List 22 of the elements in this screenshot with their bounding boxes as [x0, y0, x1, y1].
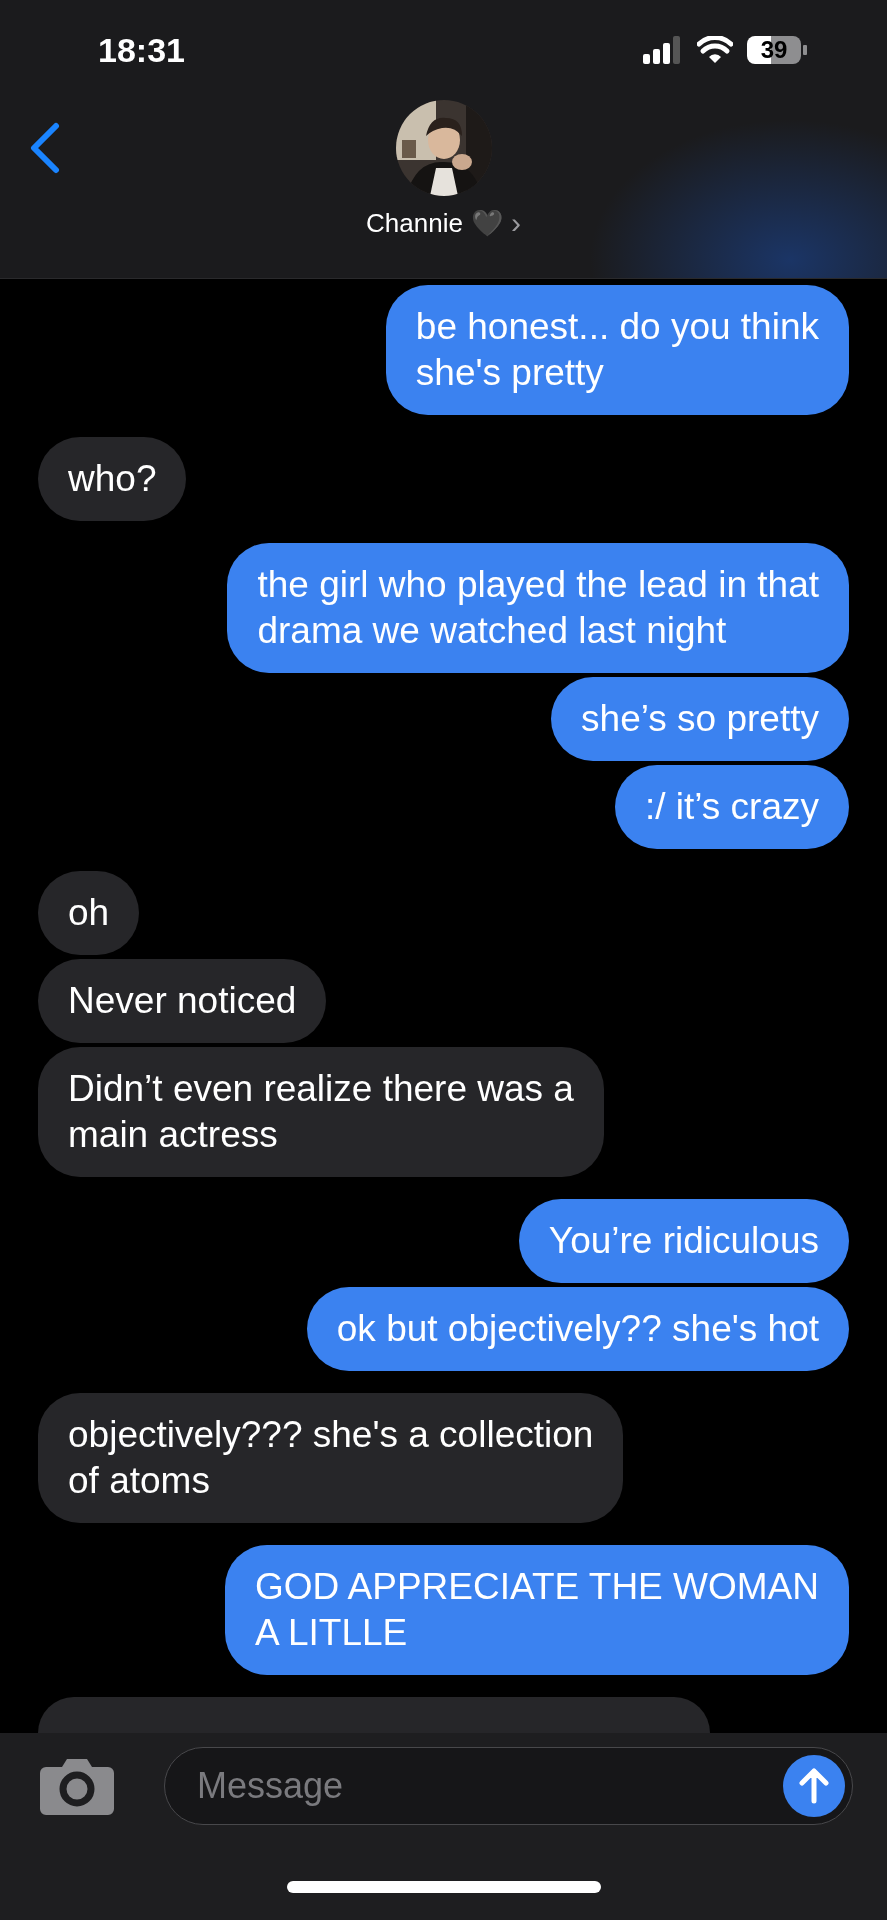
sent-message: the girl who played the lead in that drama we watched last night	[227, 543, 849, 673]
sent-message: she’s so pretty	[551, 677, 849, 761]
received-message: who?	[38, 437, 187, 521]
camera-icon[interactable]	[40, 1757, 114, 1815]
heart-emoji: 🖤	[470, 207, 503, 239]
back-icon[interactable]	[28, 122, 62, 174]
sent-message: be honest... do you think she's pretty	[385, 285, 849, 415]
received-message: oh	[38, 871, 140, 955]
sent-message: GOD APPRECIATE THE WOMAN A LITLLE	[225, 1545, 849, 1675]
sent-message: ok but objectively?? she's hot	[306, 1287, 849, 1371]
received-message: objectively??? she's a collection of atoms	[38, 1393, 624, 1523]
message-field[interactable]: Message	[164, 1747, 853, 1825]
send-button[interactable]	[783, 1755, 845, 1817]
signal-icon	[643, 36, 683, 64]
sent-message: :/ it’s crazy	[614, 765, 849, 849]
wifi-icon	[697, 36, 733, 64]
chevron-icon[interactable]: ›	[510, 206, 521, 240]
contact-name[interactable]: Channie	[366, 207, 463, 239]
received-message: Didn’t even realize there was a main actress	[38, 1047, 604, 1177]
sent-message: You’re ridiculous	[518, 1199, 849, 1283]
received-message: Never noticed	[38, 959, 327, 1043]
status-time: 18:31	[98, 30, 185, 70]
